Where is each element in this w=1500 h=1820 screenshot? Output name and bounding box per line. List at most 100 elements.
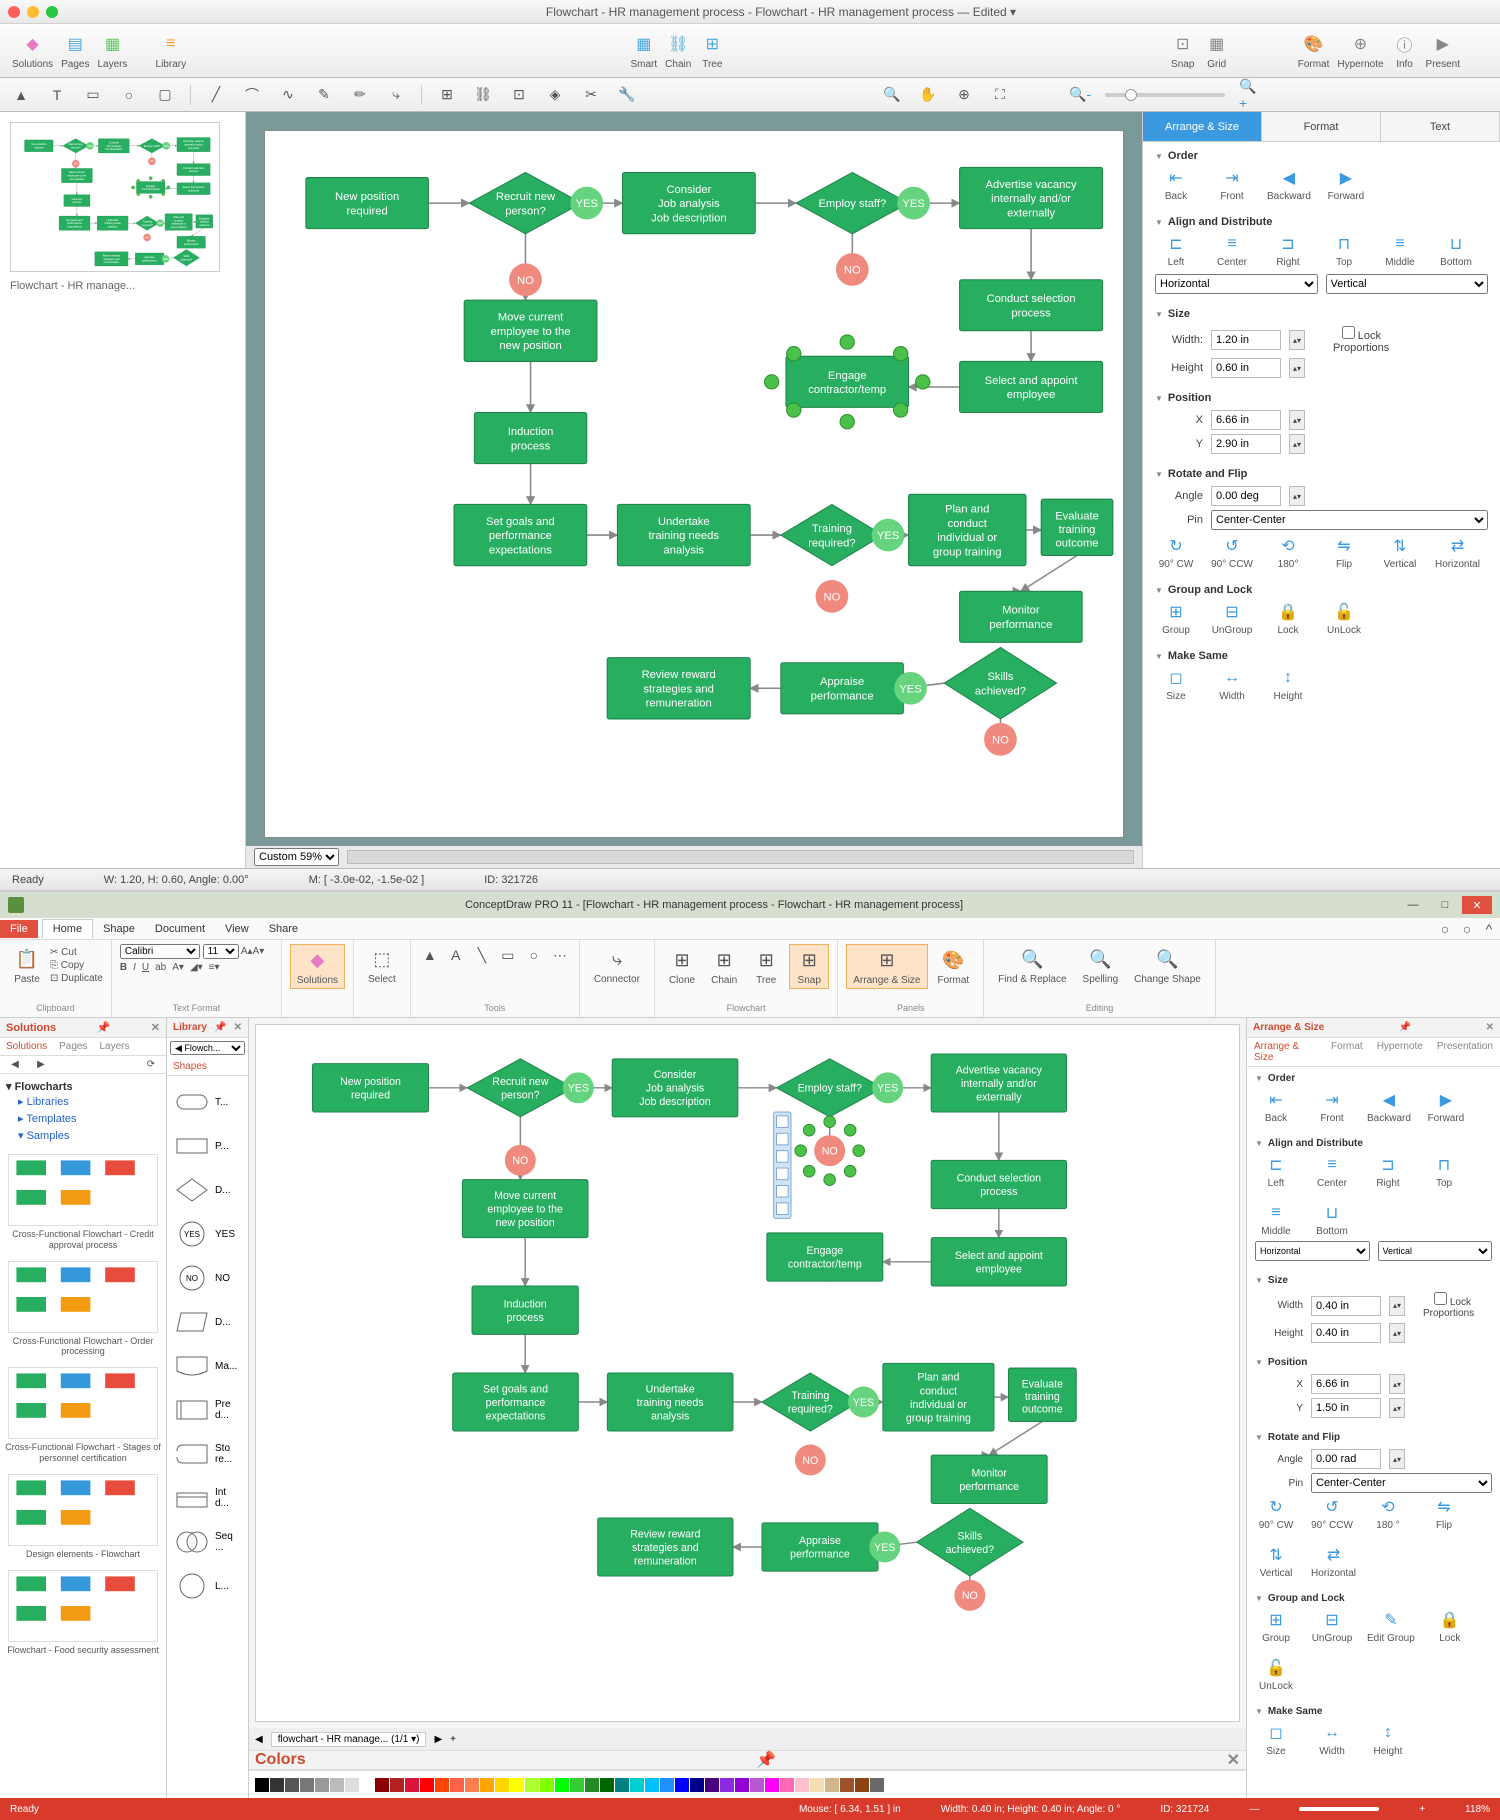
backward-btn[interactable]: ◀Backward bbox=[1267, 168, 1311, 202]
find---replace-btn[interactable]: 🔍Find & Replace bbox=[992, 944, 1072, 987]
color-swatch[interactable] bbox=[375, 1778, 389, 1792]
sol-tab-layers[interactable]: Layers bbox=[94, 1038, 136, 1055]
zoom-out-icon[interactable]: 🔍- bbox=[1069, 84, 1091, 106]
color-swatch[interactable] bbox=[360, 1778, 374, 1792]
wr-height[interactable] bbox=[1311, 1323, 1381, 1343]
size-btn[interactable]: ◻Size bbox=[1255, 1723, 1297, 1757]
bottom-btn[interactable]: ⊔Bottom bbox=[1435, 234, 1477, 268]
colors-close[interactable]: ✕ bbox=[1227, 1750, 1240, 1770]
horizontal-btn[interactable]: ⇄Horizontal bbox=[1435, 536, 1480, 570]
height-input[interactable] bbox=[1211, 358, 1281, 378]
flip-btn[interactable]: ⇋Flip bbox=[1323, 536, 1365, 570]
format-btn[interactable]: 🎨Format bbox=[1298, 31, 1330, 70]
shape-4[interactable]: NONO bbox=[171, 1256, 244, 1300]
color-swatch[interactable] bbox=[765, 1778, 779, 1792]
left-btn[interactable]: ⊏Left bbox=[1255, 1155, 1297, 1189]
wr-width[interactable] bbox=[1311, 1296, 1381, 1316]
zoom-slider[interactable] bbox=[1105, 93, 1225, 97]
menu-document[interactable]: Document bbox=[145, 920, 215, 938]
horizontal-scrollbar[interactable] bbox=[347, 850, 1134, 864]
clone-btn[interactable]: ⊞Clone bbox=[663, 945, 701, 988]
same-header[interactable]: Make Same bbox=[1155, 650, 1488, 662]
color-swatch[interactable] bbox=[345, 1778, 359, 1792]
cut-btn[interactable]: ✂ Cut bbox=[50, 947, 103, 958]
tab-add[interactable]: + bbox=[450, 1734, 456, 1745]
size-btn[interactable]: ◻Size bbox=[1155, 668, 1197, 702]
info-btn[interactable]: ⓘInfo bbox=[1392, 31, 1418, 70]
tree-tool[interactable]: ⊡ bbox=[508, 84, 530, 106]
opts-icon[interactable]: ○ bbox=[1456, 918, 1478, 940]
fontsize-select[interactable]: 11 bbox=[203, 944, 239, 959]
color-swatch[interactable] bbox=[390, 1778, 404, 1792]
shapes-tab[interactable]: Shapes bbox=[167, 1058, 213, 1075]
sample-item[interactable]: Flowchart - Food security assessment bbox=[4, 1570, 162, 1656]
color-swatch[interactable] bbox=[735, 1778, 749, 1792]
tool-ellipse[interactable]: ○ bbox=[523, 944, 545, 966]
right-btn[interactable]: ⊐Right bbox=[1267, 234, 1309, 268]
forward-btn[interactable]: ▶Forward bbox=[1425, 1090, 1467, 1124]
color-swatch[interactable] bbox=[810, 1778, 824, 1792]
tool-text[interactable]: A bbox=[445, 944, 467, 966]
color-swatch[interactable] bbox=[420, 1778, 434, 1792]
vertical-btn[interactable]: ⇅Vertical bbox=[1255, 1545, 1297, 1579]
color-swatch[interactable] bbox=[540, 1778, 554, 1792]
sol-tab-pages[interactable]: Pages bbox=[53, 1038, 93, 1055]
snap-btn[interactable]: ⊞Snap bbox=[789, 944, 829, 989]
size-header[interactable]: Size bbox=[1155, 308, 1488, 320]
lock-btn[interactable]: 🔒Lock bbox=[1429, 1610, 1471, 1644]
zoom-btn[interactable] bbox=[46, 6, 58, 18]
zoom-in[interactable]: + bbox=[1419, 1804, 1425, 1815]
back-btn[interactable]: ⇤Back bbox=[1255, 1090, 1297, 1124]
color-swatch[interactable] bbox=[510, 1778, 524, 1792]
page-thumbnail[interactable]: New positionrequiredRecruit newperson?Co… bbox=[10, 122, 220, 272]
color-swatch[interactable] bbox=[870, 1778, 884, 1792]
color-swatch[interactable] bbox=[435, 1778, 449, 1792]
front-btn[interactable]: ⇥Front bbox=[1211, 168, 1253, 202]
rotate-header[interactable]: Rotate and Flip bbox=[1155, 468, 1488, 480]
color-swatch[interactable] bbox=[780, 1778, 794, 1792]
90°-ccw-btn[interactable]: ↺90° CCW bbox=[1211, 536, 1253, 570]
wr-tab-arrange[interactable]: Arrange & Size bbox=[1247, 1038, 1324, 1066]
edit-group-btn[interactable]: ✎Edit Group bbox=[1367, 1610, 1415, 1644]
rect-tool[interactable]: ▭ bbox=[82, 84, 104, 106]
font-select[interactable]: Calibri bbox=[120, 944, 200, 959]
pan-tool[interactable]: ⊕ bbox=[953, 84, 975, 106]
color-swatch[interactable] bbox=[705, 1778, 719, 1792]
height-btn[interactable]: ↕Height bbox=[1267, 668, 1309, 702]
win-flowchart-svg[interactable]: New positionrequiredRecruit newperson?Co… bbox=[255, 1024, 1240, 1722]
connector-btn[interactable]: ⤷Connector bbox=[588, 944, 646, 987]
pin-select[interactable]: Center-Center bbox=[1211, 510, 1488, 530]
lib-dropdown[interactable]: ◀ Flowch... bbox=[170, 1041, 245, 1055]
shape-7[interactable]: Pre d... bbox=[171, 1388, 244, 1432]
wr-tab-hyper[interactable]: Hypernote bbox=[1370, 1038, 1430, 1066]
color-swatch[interactable] bbox=[600, 1778, 614, 1792]
canvas-tab[interactable]: flowchart - HR manage... (1/1 ▾) bbox=[271, 1732, 427, 1747]
color-swatch[interactable] bbox=[720, 1778, 734, 1792]
color-swatch[interactable] bbox=[405, 1778, 419, 1792]
fit-tool[interactable]: ⛶ bbox=[989, 84, 1011, 106]
color-swatch[interactable] bbox=[645, 1778, 659, 1792]
shape-8[interactable]: Sto re... bbox=[171, 1432, 244, 1476]
shrink-font[interactable]: A▾ bbox=[253, 946, 265, 957]
top-btn[interactable]: ⊓Top bbox=[1323, 234, 1365, 268]
color-swatch[interactable] bbox=[555, 1778, 569, 1792]
zoom-select[interactable]: Custom 59% bbox=[254, 848, 339, 866]
wr-close[interactable]: ✕ bbox=[1486, 1022, 1494, 1033]
smart-btn[interactable]: ▦Smart bbox=[631, 31, 658, 70]
tree-btn[interactable]: ⊞Tree bbox=[747, 945, 785, 988]
min-btn[interactable]: — bbox=[1398, 896, 1428, 914]
solutions-btn[interactable]: ◆Solutions bbox=[12, 31, 53, 70]
tree-btn[interactable]: ⊞Tree bbox=[699, 31, 725, 70]
paste-btn[interactable]: 📋Paste bbox=[8, 944, 46, 987]
select-btn[interactable]: ⬚Select bbox=[362, 944, 402, 987]
format-panel-btn[interactable]: 🎨Format bbox=[932, 945, 976, 988]
center-btn[interactable]: ≡Center bbox=[1211, 234, 1253, 268]
hand-tool[interactable]: ✋ bbox=[917, 84, 939, 106]
shape-9[interactable]: Int d... bbox=[171, 1476, 244, 1520]
clone-tool[interactable]: ⊞ bbox=[436, 84, 458, 106]
shape-6[interactable]: Ma... bbox=[171, 1344, 244, 1388]
library-btn[interactable]: ≡Library bbox=[156, 31, 187, 70]
dup-btn[interactable]: ⊡ Duplicate bbox=[50, 973, 103, 984]
color-swatch[interactable] bbox=[795, 1778, 809, 1792]
fwd-icon[interactable]: ▶ bbox=[30, 1054, 52, 1076]
